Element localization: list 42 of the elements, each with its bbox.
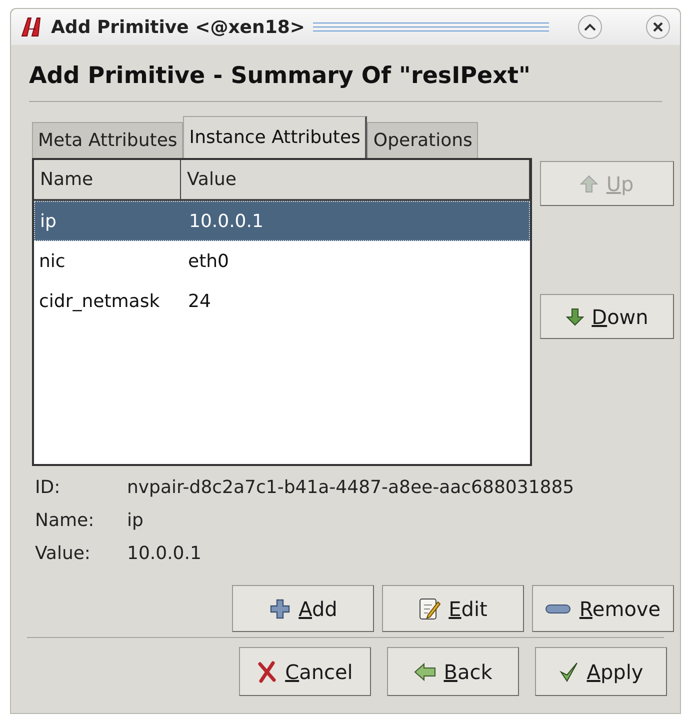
down-arrow-icon (566, 308, 584, 326)
tab[interactable]: Meta Attributes (32, 122, 184, 158)
shade-button[interactable] (578, 15, 602, 39)
tab[interactable]: Operations (367, 122, 478, 158)
table-cell-text: 10.0.0.1 (188, 210, 264, 234)
detail-label: Name: (35, 509, 96, 533)
cross-icon (257, 660, 278, 682)
close-button[interactable] (646, 15, 670, 39)
table-row[interactable]: cidr_netmask 24 (34, 281, 530, 321)
column-header[interactable]: Value (181, 160, 530, 199)
check-icon (558, 660, 579, 682)
chevron-up-icon (584, 23, 596, 31)
table-row[interactable]: ip 10.0.0.1 (34, 201, 530, 241)
detail-value: ip (127, 509, 144, 533)
window-title: Add Primitive <@xen18> (51, 16, 305, 40)
table-cell-text: ip (39, 210, 58, 234)
table-cell-text: nic (38, 250, 66, 274)
table-cell-text: 24 (187, 290, 211, 314)
table-cell-text: cidr_netmask (38, 290, 161, 314)
edit-button[interactable]: Edit (382, 585, 524, 632)
add-button[interactable]: Add (232, 585, 374, 632)
up-arrow-icon (580, 174, 598, 192)
remove-button[interactable]: Remove (532, 585, 674, 632)
table-row[interactable]: nic eth0 (34, 241, 530, 281)
detail-label: Value: (35, 542, 92, 566)
app-logo-icon (19, 15, 43, 39)
detail-value: 10.0.0.1 (127, 542, 202, 566)
document-pencil-icon (418, 596, 441, 620)
back-button[interactable]: Back (387, 647, 519, 696)
cancel-button[interactable]: Cancel (239, 647, 371, 696)
apply-button[interactable]: Apply (535, 647, 667, 696)
tab[interactable]: Instance Attributes (183, 116, 368, 158)
down-button[interactable]: Down (540, 294, 674, 339)
detail-value: nvpair-d8c2a7c1-b41a-4487-a8ee-aac688031885 (127, 476, 574, 500)
dialog-heading: Add Primitive - Summary Of "resIPext" (29, 62, 532, 91)
minus-icon (545, 602, 572, 614)
left-arrow-icon (414, 662, 436, 680)
plus-icon (268, 598, 291, 620)
detail-label: ID: (35, 476, 62, 500)
table-cell-text: eth0 (187, 250, 229, 274)
close-icon (653, 22, 663, 32)
column-header[interactable]: Name (34, 160, 181, 199)
